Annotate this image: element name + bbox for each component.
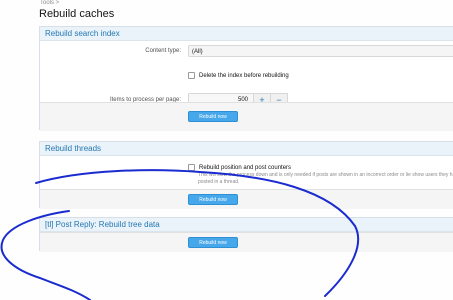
position-counters-label[interactable]: Rebuild position and post counters (199, 165, 291, 171)
position-counters-field: Rebuild position and post counters This … (188, 164, 453, 186)
search-index-title: Rebuild search index (40, 27, 453, 41)
search-index-footer: Rebuild now (40, 102, 453, 131)
content-type-select[interactable]: (All) (188, 45, 453, 57)
threads-title: Rebuild threads (40, 142, 453, 156)
position-counters-help: This will slow the process down and is o… (198, 172, 453, 185)
content-type-label: Content type: (145, 48, 181, 54)
breadcrumb[interactable]: Tools > (40, 0, 59, 6)
rebuild-threads-button[interactable]: Rebuild now (188, 194, 238, 205)
position-counters-checkbox-box[interactable] (188, 164, 195, 171)
rebuild-search-index-button[interactable]: Rebuild now (188, 111, 238, 122)
search-index-block: Rebuild search index Content type: (All)… (39, 26, 453, 131)
delete-index-label[interactable]: Delete the index before rebuilding (199, 73, 289, 79)
threads-footer: Rebuild now (40, 189, 453, 209)
threads-block: Rebuild threads Rebuild position and pos… (39, 141, 453, 209)
page-title: Rebuild caches (39, 8, 115, 20)
position-counters-checkbox[interactable]: Rebuild position and post counters (188, 164, 453, 171)
tree-data-block: [tl] Post Reply: Rebuild tree data Rebui… (39, 217, 453, 252)
delete-index-checkbox-box[interactable] (188, 72, 195, 79)
tree-data-footer: Rebuild now (40, 232, 453, 252)
tree-data-title: [tl] Post Reply: Rebuild tree data (40, 218, 453, 232)
rebuild-tree-data-button[interactable]: Rebuild now (188, 237, 238, 248)
delete-index-checkbox[interactable]: Delete the index before rebuilding (188, 72, 289, 79)
content-type-value[interactable]: (All) (188, 45, 453, 57)
